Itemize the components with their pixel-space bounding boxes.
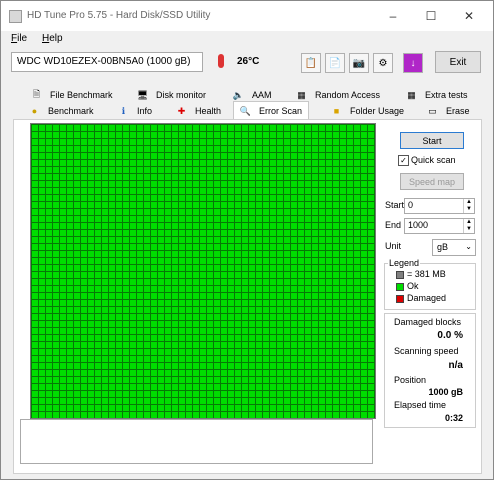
legend-ok-swatch [396, 283, 404, 291]
unit-label: Unit [385, 241, 402, 251]
spin-arrows-icon[interactable]: ▲ ▼ [463, 199, 474, 213]
menu-file[interactable]: File [11, 33, 27, 44]
erase-icon: ▭ [428, 105, 437, 116]
start-scan-button[interactable]: Start [400, 132, 464, 149]
elapsed-time-label: Elapsed time [394, 400, 447, 410]
app-window: HD Tune Pro 5.75 - Hard Disk/SSD Utility… [0, 0, 494, 480]
toolbar: WDC WD10EZEX-00BN5A0 (1000 gB) ⌵ 26°C 📋 … [1, 47, 493, 79]
chevron-down-icon: ⌵ [17, 56, 24, 65]
speed-map-button[interactable]: Speed map [400, 173, 464, 190]
speaker-icon: 🔈 [232, 89, 245, 100]
end-field-label: End [385, 220, 402, 230]
scan-block-map [30, 123, 376, 419]
tab-row-bottom: ● Benchmark ℹ Info ✚ Health 🔍 Error Scan ■ Fo… [1, 101, 493, 120]
thermometer-icon [218, 54, 224, 68]
tab-erase[interactable]: ▭ Erase [427, 103, 469, 119]
start-position-input[interactable]: 0 ▲ ▼ [404, 198, 475, 214]
damaged-blocks-value: 0.0 % [437, 330, 463, 341]
tab-file-benchmark[interactable]: 🗎 File Benchmark [31, 87, 113, 103]
error-scan-panel: Start ✓ Quick scan Speed map Start 0 ▲ ▼ … [13, 119, 482, 474]
scanning-speed-value: n/a [448, 360, 463, 371]
close-button[interactable]: ✕ [451, 1, 487, 31]
health-cross-icon: ✚ [177, 105, 186, 116]
menu-bar: File Help [1, 31, 493, 47]
magnifier-icon: 🔍 [239, 105, 252, 116]
tab-benchmark[interactable]: ● Benchmark [29, 103, 94, 119]
temperature-readout: 26°C [237, 56, 260, 67]
options-icon[interactable]: ⚙ [373, 53, 393, 73]
maximize-button[interactable]: ☐ [413, 1, 449, 31]
legend-block-swatch [396, 271, 404, 279]
scan-log-area[interactable] [20, 419, 373, 464]
legend-box: Legend = 381 MB Ok Damaged [384, 258, 476, 310]
legend-block-size: = 381 MB [407, 269, 446, 279]
random-access-icon: ▦ [297, 89, 306, 100]
elapsed-time-value: 0:32 [444, 413, 463, 423]
minimize-button[interactable]: – [375, 1, 411, 31]
tab-folder-usage[interactable]: ■ Folder Usage [331, 103, 404, 119]
tab-health[interactable]: ✚ Health [176, 103, 221, 119]
menu-help[interactable]: Help [42, 33, 63, 44]
tab-disk-monitor[interactable]: 🖥 Disk monitor [137, 87, 206, 103]
quick-scan-label: Quick scan [411, 155, 456, 165]
extra-tests-icon: ▦ [407, 89, 416, 100]
unit-select[interactable]: gB ⌄ [432, 239, 476, 256]
save-down-arrow-icon[interactable]: ↓ [403, 53, 423, 73]
tab-error-scan[interactable]: 🔍 Error Scan [233, 101, 310, 120]
copy-text-icon[interactable]: 📋 [301, 53, 321, 73]
spin-arrows-icon[interactable]: ▲ ▼ [463, 219, 474, 233]
legend-damaged-swatch [396, 295, 404, 303]
screenshot-camera-icon[interactable]: 📷 [349, 53, 369, 73]
monitor-icon: 🖥 [136, 89, 149, 100]
app-icon [9, 10, 22, 23]
legend-damaged: Damaged [407, 293, 447, 303]
exit-button[interactable]: Exit [435, 51, 481, 73]
tab-extra-tests[interactable]: ▦ Extra tests [406, 87, 467, 103]
legend-title: Legend [388, 258, 421, 268]
start-field-label: Start [385, 200, 405, 210]
scan-stats-box: Damaged blocks 0.0 % Scanning speed n/a … [384, 313, 476, 428]
chevron-down-icon: ⌄ [465, 242, 472, 251]
window-title: HD Tune Pro 5.75 - Hard Disk/SSD Utility [27, 10, 211, 21]
drive-select[interactable]: WDC WD10EZEX-00BN5A0 (1000 gB) ⌵ [11, 52, 203, 72]
copy-all-icon[interactable]: 📄 [325, 53, 345, 73]
damaged-blocks-label: Damaged blocks [394, 317, 462, 327]
benchmark-icon: ● [31, 106, 38, 116]
quick-scan-checkbox[interactable]: ✓ [398, 155, 409, 166]
folder-icon: ■ [333, 106, 340, 116]
title-bar: HD Tune Pro 5.75 - Hard Disk/SSD Utility… [1, 1, 493, 31]
scanning-speed-label: Scanning speed [394, 346, 459, 356]
position-label: Position [394, 375, 427, 385]
legend-ok: Ok [407, 281, 419, 291]
tab-info[interactable]: ℹ Info [118, 103, 152, 119]
document-icon: 🗎 [32, 89, 41, 99]
position-value: 1000 gB [428, 387, 463, 397]
info-icon: ℹ [121, 105, 126, 116]
end-position-input[interactable]: 1000 ▲ ▼ [404, 218, 475, 234]
